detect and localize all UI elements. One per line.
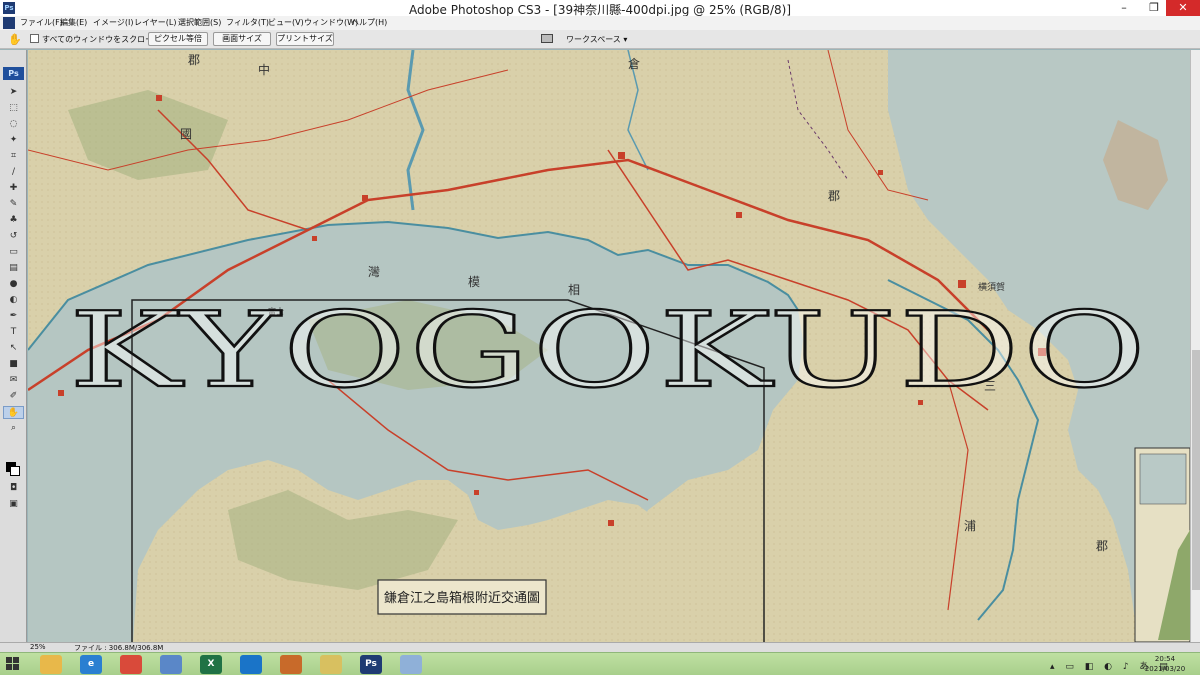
- dodge-tool-icon[interactable]: ◐: [3, 294, 24, 307]
- clock-date: 2021/03/20: [1144, 665, 1186, 673]
- notes-tool-icon[interactable]: ✉: [3, 374, 24, 387]
- place-label: 郡: [188, 53, 200, 67]
- taskbar-photoshop-icon[interactable]: Ps: [360, 655, 382, 674]
- taskbar-excel-icon[interactable]: X: [200, 655, 222, 674]
- blur-tool-icon[interactable]: ●: [3, 278, 24, 291]
- place-label: 國: [180, 127, 192, 141]
- place-label: 模: [468, 275, 480, 289]
- close-button[interactable]: ✕: [1166, 0, 1200, 16]
- watermark-text: KYOGOKUDO: [69, 289, 1149, 411]
- brush-tool-icon[interactable]: ✎: [3, 198, 24, 211]
- print-size-button[interactable]: プリントサイズ: [276, 32, 334, 46]
- gradient-tool-icon[interactable]: ▤: [3, 262, 24, 275]
- maximize-button[interactable]: ❐: [1140, 0, 1168, 16]
- scroll-all-checkbox[interactable]: [30, 34, 39, 43]
- ps-logo-icon: Ps: [3, 67, 24, 80]
- place-label: 倉: [628, 56, 640, 71]
- taskbar-sound-icon[interactable]: [280, 655, 302, 674]
- actual-pixels-button[interactable]: ピクセル等倍: [148, 32, 208, 46]
- place-label: 灣: [368, 265, 380, 279]
- place-label: 郡: [828, 189, 840, 203]
- start-button[interactable]: [6, 657, 20, 671]
- menu-select[interactable]: 選択範囲(S): [178, 17, 221, 28]
- menu-file[interactable]: ファイル(F): [20, 17, 63, 28]
- pen-tool-icon[interactable]: ✒: [3, 310, 24, 323]
- taskbar-chrome-icon[interactable]: [120, 655, 142, 674]
- eraser-tool-icon[interactable]: ▭: [3, 246, 24, 259]
- menu-filter[interactable]: フィルタ(T): [226, 17, 269, 28]
- minimize-button[interactable]: –: [1110, 0, 1138, 16]
- menu-bar: ファイル(F) 編集(E) イメージ(I) レイヤー(L) 選択範囲(S) フィ…: [0, 16, 1200, 30]
- tools-panel: Ps ➤ ⬚ ◌ ✦ ⌗ ∕ ✚ ✎ ♣ ↺ ▭ ▤ ● ◐ ✒ T ↖ ■ ✉…: [0, 50, 27, 643]
- marquee-tool-icon[interactable]: ⬚: [3, 102, 24, 115]
- place-label: 浦: [964, 519, 976, 533]
- slice-tool-icon[interactable]: ∕: [3, 166, 24, 179]
- clone-stamp-icon[interactable]: ♣: [3, 214, 24, 227]
- magic-wand-icon[interactable]: ✦: [3, 134, 24, 147]
- workspace-menu[interactable]: ワークスペース ▾: [566, 34, 627, 45]
- hand-tool-icon[interactable]: ✋: [3, 406, 24, 419]
- clock[interactable]: 20:54 2021/03/20: [1140, 654, 1190, 674]
- path-select-icon[interactable]: ↖: [3, 342, 24, 355]
- background-color-swatch[interactable]: [10, 466, 20, 476]
- crop-tool-icon[interactable]: ⌗: [3, 150, 24, 163]
- menu-view[interactable]: ビュー(V): [268, 17, 304, 28]
- workspace-icon[interactable]: [541, 34, 553, 43]
- ps-menu-icon[interactable]: [3, 17, 15, 29]
- place-label: 中: [258, 62, 270, 77]
- scrollbar-thumb[interactable]: [1192, 350, 1200, 590]
- screen-mode-icon[interactable]: ▣: [3, 498, 24, 511]
- menu-help[interactable]: ヘルプ(H): [351, 17, 387, 28]
- taskbar-folder-icon[interactable]: [320, 655, 342, 674]
- scroll-all-label: すべてのウィンドウをスクロール: [42, 35, 162, 44]
- vertical-scrollbar[interactable]: [1190, 50, 1200, 642]
- zoom-tool-icon[interactable]: ⌕: [3, 422, 24, 435]
- taskbar-paint-icon[interactable]: [400, 655, 422, 674]
- quick-mask-icon[interactable]: ◘: [3, 482, 24, 495]
- clock-time: 20:54: [1154, 655, 1176, 663]
- taskbar-photos-icon[interactable]: [160, 655, 182, 674]
- zoom-level[interactable]: 25%: [30, 643, 46, 651]
- map-title: 鎌倉江之島箱根附近交通圖: [384, 590, 540, 606]
- document-canvas[interactable]: 中 郡 倉 郡 相 模 灣 横須賀 三 浦 郡 國 富士 鎌倉江之島箱根附近交通…: [28, 50, 1190, 642]
- place-label: 郡: [1096, 539, 1108, 553]
- options-bar: ✋ すべてのウィンドウをスクロール ピクセル等倍 画面サイズ プリントサイズ ワ…: [0, 30, 1200, 49]
- taskbar-edge-icon[interactable]: [240, 655, 262, 674]
- history-brush-icon[interactable]: ↺: [3, 230, 24, 243]
- healing-brush-icon[interactable]: ✚: [3, 182, 24, 195]
- menu-image[interactable]: イメージ(I): [93, 17, 133, 28]
- move-tool-icon[interactable]: ➤: [3, 86, 24, 99]
- eyedropper-icon[interactable]: ✐: [3, 390, 24, 403]
- map-image: 中 郡 倉 郡 相 模 灣 横須賀 三 浦 郡 國 富士 鎌倉江之島箱根附近交通…: [28, 50, 1190, 642]
- hand-tool-icon[interactable]: ✋: [8, 33, 22, 46]
- status-bar: 25% ファイル : 306.8M/306.8M: [0, 642, 1200, 652]
- menu-layer[interactable]: レイヤー(L): [134, 17, 176, 28]
- menu-edit[interactable]: 編集(E): [60, 17, 87, 28]
- taskbar: e X Ps ▴ ▭ ◧ ◐ ♪ あ ▤ 20:54 2021/03/20: [0, 652, 1200, 675]
- taskbar-explorer-icon[interactable]: [40, 655, 62, 674]
- taskbar-ie-icon[interactable]: e: [80, 655, 102, 674]
- type-tool-icon[interactable]: T: [3, 326, 24, 339]
- fit-screen-button[interactable]: 画面サイズ: [213, 32, 271, 46]
- lasso-tool-icon[interactable]: ◌: [3, 118, 24, 131]
- title-bar: Ps Adobe Photoshop CS3 - [39神奈川縣-400dpi.…: [0, 0, 1200, 17]
- shape-tool-icon[interactable]: ■: [3, 358, 24, 371]
